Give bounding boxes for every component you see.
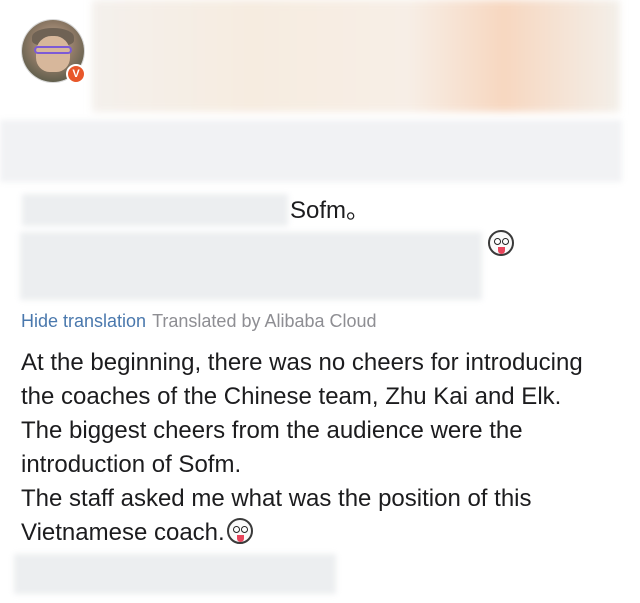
translated-line: The staff asked me what was the position…	[21, 485, 532, 512]
shocked-face-emoji-icon	[488, 230, 514, 256]
translation-provider-label: Translated by Alibaba Cloud	[152, 311, 377, 331]
translated-line: The biggest cheers from the audience wer…	[21, 417, 523, 444]
blurred-content-strip	[0, 120, 622, 182]
translated-line: introduction of Sofm.	[21, 451, 242, 478]
emoji-eye-right	[240, 526, 248, 533]
emoji-eye-left	[494, 238, 501, 245]
blurred-header	[92, 0, 620, 112]
translated-line: Vietnamese coach.	[21, 519, 225, 546]
shocked-face-emoji-icon	[226, 518, 253, 544]
avatar-glasses	[34, 46, 72, 54]
translation-bar: Hide translation Translated by Alibaba Cl…	[21, 310, 377, 332]
blurred-original-text-1	[22, 194, 288, 226]
emoji-eye-left	[232, 526, 240, 533]
avatar-face	[36, 36, 70, 72]
emoji-tongue	[498, 247, 505, 254]
translated-line: At the beginning, there was no cheers fo…	[21, 349, 583, 376]
verified-badge-icon: V	[66, 64, 86, 84]
translated-last-line: Vietnamese coach.	[21, 516, 631, 550]
original-text-tail: Sofm。	[290, 197, 371, 224]
emoji-tongue	[236, 535, 244, 542]
translated-text: At the beginning, there was no cheers fo…	[21, 346, 631, 550]
emoji-eye-right	[502, 238, 509, 245]
blurred-original-text-2	[20, 232, 482, 300]
blurred-footer	[14, 554, 336, 594]
translated-line: the coaches of the Chinese team, Zhu Kai…	[21, 383, 562, 410]
hide-translation-link[interactable]: Hide translation	[21, 311, 146, 331]
